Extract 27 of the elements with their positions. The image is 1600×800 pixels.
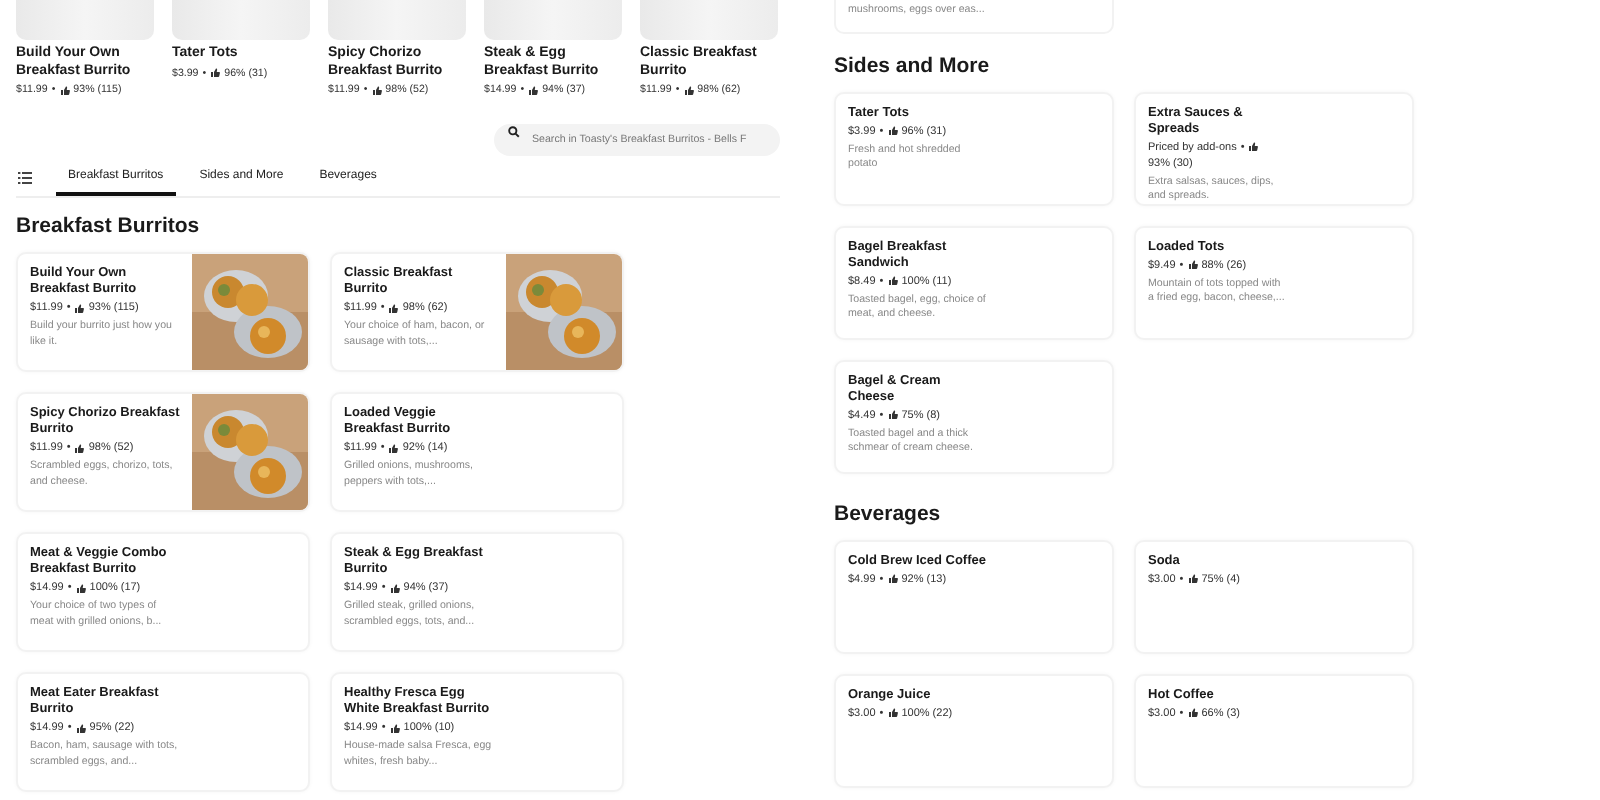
- thumbs-up-icon: [389, 723, 400, 733]
- thumbs-up-icon: [388, 303, 399, 313]
- thumbs-up-icon: [74, 303, 85, 313]
- thumbs-up-icon: [59, 85, 70, 95]
- thumbs-up-icon: [75, 583, 86, 593]
- thumbs-up-icon: [210, 68, 221, 78]
- search-icon: [508, 126, 520, 138]
- thumbs-up-icon: [388, 443, 399, 453]
- section-heading: Beverages: [834, 501, 943, 527]
- list-icon[interactable]: [18, 171, 32, 183]
- thumbs-up-icon: [887, 410, 898, 420]
- thumbs-up-icon: [1187, 260, 1198, 270]
- thumbs-up-icon: [389, 583, 400, 593]
- thumbs-up-icon: [1187, 708, 1198, 718]
- thumbs-up-icon: [887, 708, 898, 718]
- thumbs-up-icon: [528, 85, 539, 95]
- thumbs-up-icon: [371, 85, 382, 95]
- thumbs-up-icon: [887, 574, 898, 584]
- section-heading: Breakfast Burritos: [16, 214, 202, 240]
- thumbs-up-icon: [683, 85, 694, 95]
- thumbs-up-icon: [75, 723, 86, 733]
- thumbs-up-icon: [74, 443, 85, 453]
- thumbs-up-icon: [1187, 574, 1198, 584]
- thumbs-up-icon: [1248, 142, 1259, 152]
- thumbs-up-icon: [887, 126, 898, 136]
- thumbs-up-icon: [887, 276, 898, 286]
- section-heading: Sides and More: [834, 53, 992, 79]
